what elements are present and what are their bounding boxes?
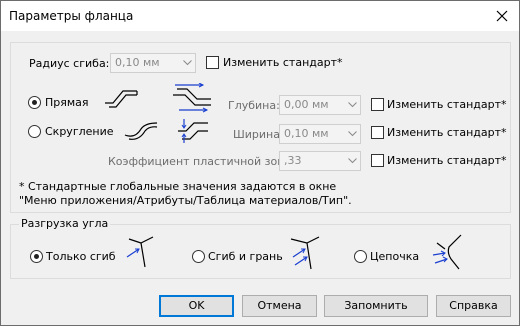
chain-relief-icon	[432, 234, 462, 270]
corner-only-bend-label: Только сгиб	[46, 250, 116, 263]
ok-button[interactable]: OK	[159, 295, 234, 317]
rounded-bend-icon	[124, 122, 158, 140]
depth-label: Глубина:	[228, 99, 280, 112]
note-line-1: * Стандартные глобальные значения задают…	[19, 180, 337, 193]
depth-combo[interactable]: 0,00 мм	[279, 95, 361, 115]
only-bend-relief-icon	[126, 236, 154, 268]
rounded-label: Скругление	[45, 125, 114, 138]
straight-label: Прямая	[45, 96, 89, 109]
corner-chain-label: Цепочка	[370, 250, 420, 263]
remember-button[interactable]: Запомнить	[324, 295, 428, 317]
bend-radius-value: 0,10 мм	[115, 56, 160, 69]
help-button[interactable]: Справка	[436, 295, 511, 317]
bend-radius-change-label: Изменить стандарт*	[223, 56, 343, 69]
k-factor-label: Коэффициент пластичной зоны:	[108, 155, 297, 168]
corner-chain-radio[interactable]	[354, 250, 367, 263]
corner-relief-group: Разгрузка угла Только сгиб Сгиб и грань …	[10, 217, 511, 279]
straight-bend-icon	[105, 90, 138, 108]
straight-radio[interactable]	[28, 96, 41, 109]
k-factor-change-label: Изменить стандарт*	[387, 154, 507, 167]
corner-bend-and-edge-radio[interactable]	[192, 250, 205, 263]
chevron-down-icon	[346, 129, 358, 139]
depth-diagram-icon	[173, 83, 211, 113]
width-label: Ширина:	[233, 128, 284, 141]
width-value: 0,10 мм	[284, 127, 329, 140]
depth-change-checkbox[interactable]	[371, 98, 384, 111]
bend-radius-combo[interactable]: 0,10 мм	[110, 53, 196, 73]
chevron-down-icon	[346, 100, 358, 110]
corner-only-bend-radio[interactable]	[30, 250, 43, 263]
chevron-down-icon	[181, 58, 193, 68]
close-icon	[496, 10, 508, 22]
rounded-radio[interactable]	[28, 125, 41, 138]
chevron-down-icon	[346, 156, 358, 166]
corner-bend-and-edge-label: Сгиб и грань	[208, 250, 283, 263]
width-diagram-icon	[178, 119, 208, 143]
cancel-button[interactable]: Отмена	[242, 295, 317, 317]
window-title: Параметры фланца	[9, 9, 134, 23]
width-change-label: Изменить стандарт*	[387, 126, 507, 139]
depth-change-label: Изменить стандарт*	[387, 98, 507, 111]
width-change-checkbox[interactable]	[371, 126, 384, 139]
depth-value: 0,00 мм	[284, 98, 329, 111]
flange-parameters-dialog: Параметры фланца Радиус сгиба: 0,10 мм И…	[0, 0, 520, 326]
corner-relief-legend: Разгрузка угла	[19, 217, 111, 230]
bend-radius-label: Радиус сгиба:	[29, 57, 110, 70]
width-combo[interactable]: 0,10 мм	[279, 124, 361, 144]
k-factor-change-checkbox[interactable]	[371, 154, 384, 167]
title-bar: Параметры фланца	[1, 1, 519, 31]
bend-radius-change-checkbox[interactable]	[206, 56, 219, 69]
bend-and-edge-relief-icon	[290, 236, 320, 270]
k-factor-value: ,33	[284, 154, 302, 167]
flange-settings-group: Радиус сгиба: 0,10 мм Изменить стандарт*…	[10, 42, 511, 213]
close-button[interactable]	[491, 6, 513, 26]
note-line-2: "Меню приложения/Атрибуты/Таблица матери…	[19, 194, 352, 207]
k-factor-combo[interactable]: ,33	[279, 151, 361, 171]
